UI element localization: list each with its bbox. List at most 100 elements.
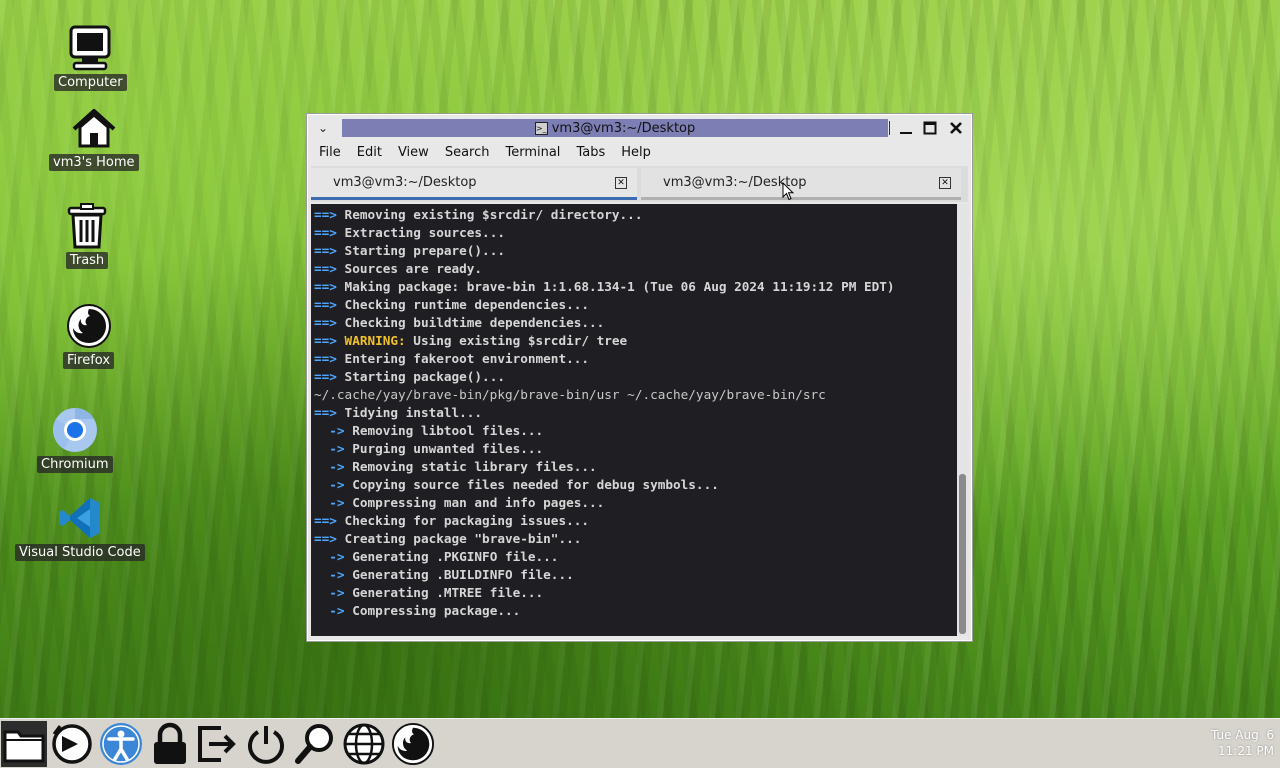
web-browser-icon [343, 723, 385, 765]
tab-1[interactable]: vm3@vm3:~/Desktop ✕ [311, 168, 637, 200]
mouse-cursor-icon [782, 182, 794, 201]
line-text: Purging unwanted files... [344, 441, 544, 456]
terminal-line: ==> Starting package()... [314, 368, 957, 386]
desktop-icon-label: Firefox [63, 352, 115, 369]
close-button[interactable] [945, 117, 967, 139]
vscode-icon [56, 494, 104, 542]
terminal-line: -> Copying source files needed for debug… [314, 476, 957, 494]
maximize-icon [923, 121, 937, 135]
line-prefix: -> [314, 585, 345, 600]
title-bar[interactable]: ⌄ >_ vm3@vm3:~/Desktop [309, 116, 970, 140]
line-text: Checking for packaging issues... [336, 513, 589, 528]
desktop-icon-home[interactable]: vm3's Home [49, 104, 139, 171]
line-text: Compressing man and info pages... [344, 495, 605, 510]
menu-help[interactable]: Help [613, 142, 659, 164]
clock-date: Tue Aug 6 [1210, 728, 1274, 742]
line-prefix: -> [314, 567, 345, 582]
terminal-icon: >_ [534, 121, 548, 135]
line-prefix: ==> [314, 513, 337, 528]
line-prefix: -> [314, 495, 345, 510]
menu-view[interactable]: View [390, 142, 437, 164]
line-prefix: ==> [314, 207, 337, 222]
terminal-line: ==> Tidying install... [314, 404, 957, 422]
taskbar-search[interactable] [292, 721, 338, 767]
taskbar-lock[interactable] [147, 721, 193, 767]
window-menu-button[interactable]: ⌄ [309, 116, 337, 140]
line-text: Removing static library files... [344, 459, 597, 474]
terminal-line: ==> Making package: brave-bin 1:1.68.134… [314, 278, 957, 296]
terminal-output[interactable]: ==> Removing existing $srcdir/ directory… [311, 204, 957, 636]
terminal-line: ==> Sources are ready. [314, 260, 957, 278]
line-prefix: ==> [314, 333, 337, 348]
taskbar-power[interactable] [243, 721, 289, 767]
line-text: ~/.cache/yay/brave-bin/pkg/brave-bin/usr… [314, 387, 826, 402]
terminal-window[interactable]: ⌄ >_ vm3@vm3:~/Desktop File Edit View Se… [306, 113, 973, 642]
chromium-icon [51, 406, 99, 454]
line-text: Generating .PKGINFO file... [344, 549, 559, 564]
taskbar-accessibility[interactable] [98, 721, 144, 767]
line-prefix: ==> [314, 243, 337, 258]
tab-bar: vm3@vm3:~/Desktop ✕ vm3@vm3:~/Desktop ✕ [311, 166, 968, 202]
minimize-button[interactable] [895, 117, 917, 139]
desktop-icon-label: Trash [65, 252, 109, 269]
accessibility-icon [100, 723, 142, 765]
minimize-icon [900, 132, 912, 134]
taskbar-web-browser[interactable] [341, 721, 387, 767]
line-prefix: -> [314, 549, 345, 564]
search-icon [295, 724, 333, 764]
scrollbar-thumb[interactable] [959, 474, 966, 634]
taskbar-logout[interactable] [194, 721, 240, 767]
terminal-line: -> Generating .BUILDINFO file... [314, 566, 957, 584]
line-prefix: ==> [314, 261, 337, 276]
terminal-line: ==> Checking buildtime dependencies... [314, 314, 957, 332]
line-text: Starting prepare()... [336, 243, 505, 258]
desktop-icon-firefox[interactable]: Firefox [63, 302, 115, 369]
window-title: >_ vm3@vm3:~/Desktop [342, 119, 888, 137]
desktop-icon-chromium[interactable]: Chromium [37, 406, 113, 473]
chevron-down-icon: ⌄ [317, 121, 329, 135]
tab-close-icon[interactable]: ✕ [939, 177, 951, 189]
menu-edit[interactable]: Edit [349, 142, 390, 164]
line-text: Generating .MTREE file... [344, 585, 544, 600]
terminal-line: ~/.cache/yay/brave-bin/pkg/brave-bin/usr… [314, 386, 957, 404]
terminal-line: ==> WARNING: Using existing $srcdir/ tre… [314, 332, 957, 350]
terminal-line: -> Purging unwanted files... [314, 440, 957, 458]
line-text: Checking buildtime dependencies... [336, 315, 605, 330]
line-prefix: -> [314, 477, 345, 492]
maximize-button[interactable] [919, 117, 941, 139]
firefox-icon [391, 722, 435, 766]
desktop-icon-computer[interactable]: Computer [54, 24, 127, 91]
line-text: Compressing package... [344, 603, 521, 618]
menu-file[interactable]: File [311, 142, 349, 164]
taskbar-session[interactable] [49, 721, 95, 767]
home-icon [70, 104, 118, 152]
warning-label: WARNING: [336, 333, 406, 348]
taskbar-file-manager[interactable] [1, 721, 47, 767]
line-text: Removing existing $srcdir/ directory... [336, 207, 643, 222]
line-text: Extracting sources... [336, 225, 505, 240]
terminal-line: -> Compressing package... [314, 602, 957, 620]
terminal-line: ==> Checking runtime dependencies... [314, 296, 957, 314]
line-prefix: ==> [314, 369, 337, 384]
taskbar-firefox[interactable] [390, 721, 436, 767]
power-icon [248, 726, 284, 764]
terminal-line: ==> Entering fakeroot environment... [314, 350, 957, 368]
desktop-icon-vscode[interactable]: Visual Studio Code [15, 494, 145, 561]
line-text: Tidying install... [336, 405, 483, 420]
tab-close-icon[interactable]: ✕ [615, 177, 627, 189]
menu-search[interactable]: Search [437, 142, 498, 164]
clock[interactable]: Tue Aug 6 11:21 PM [1211, 727, 1274, 759]
tab-label: vm3@vm3:~/Desktop [333, 175, 477, 190]
tab-2[interactable]: vm3@vm3:~/Desktop ✕ [641, 168, 961, 200]
line-text: Generating .BUILDINFO file... [344, 567, 574, 582]
menu-terminal[interactable]: Terminal [497, 142, 568, 164]
desktop-icon-trash[interactable]: Trash [63, 202, 111, 269]
menu-tabs[interactable]: Tabs [568, 142, 613, 164]
line-prefix: -> [314, 441, 345, 456]
desktop-icon-label: Visual Studio Code [15, 544, 145, 561]
desktop-icon-label: vm3's Home [49, 154, 139, 171]
line-prefix: ==> [314, 531, 337, 546]
session-restore-icon [52, 724, 92, 764]
scrollbar[interactable] [957, 204, 969, 636]
terminal-line: ==> Removing existing $srcdir/ directory… [314, 206, 957, 224]
